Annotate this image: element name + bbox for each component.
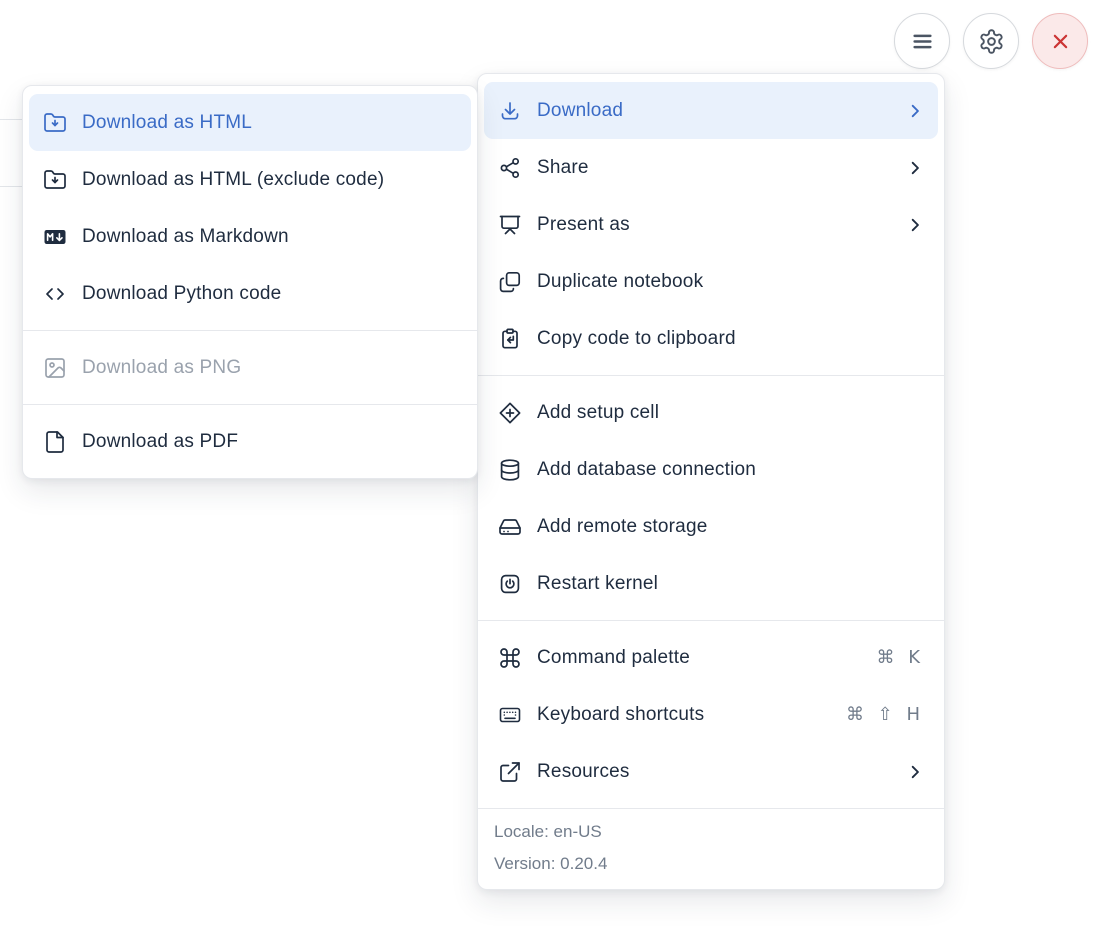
menu-item-download-as-png: Download as PNG <box>29 339 471 396</box>
menu-item-label: Download <box>537 100 904 122</box>
chevron-right-icon <box>904 761 926 783</box>
shortcut-hint: ⌘ K <box>876 647 924 668</box>
menu-item-keyboard-shortcuts[interactable]: Keyboard shortcuts⌘ ⇧ H <box>484 686 938 743</box>
menu-item-command-palette[interactable]: Command palette⌘ K <box>484 629 938 686</box>
database-icon <box>498 458 522 482</box>
menu-item-add-database-connection[interactable]: Add database connection <box>484 441 938 498</box>
menu-separator <box>23 404 477 405</box>
menu-item-label: Add setup cell <box>537 402 928 424</box>
menu-item-download-as-html-exclude-code[interactable]: Download as HTML (exclude code) <box>29 151 471 208</box>
download-submenu: Download as HTML Download as HTML (exclud… <box>22 85 478 479</box>
command-icon <box>498 646 522 670</box>
menu-item-label: Download Python code <box>82 283 461 305</box>
menu-item-label: Add database connection <box>537 459 928 481</box>
menu-item-label: Keyboard shortcuts <box>537 704 846 726</box>
menu-item-label: Command palette <box>537 647 876 669</box>
hamburger-icon <box>909 28 936 55</box>
hard-drive-icon <box>498 515 522 539</box>
image-icon <box>43 356 67 380</box>
locale-text: Locale: en-US <box>494 816 928 848</box>
main-menu: Download Share Present as Duplicate noteboo… <box>477 73 945 890</box>
keyboard-icon <box>498 703 522 727</box>
menu-item-label: Share <box>537 157 904 179</box>
menu-footer: Locale: en-US Version: 0.20.4 <box>478 808 944 889</box>
menu-item-label: Resources <box>537 761 904 783</box>
diamond-plus-icon <box>498 401 522 425</box>
share-icon <box>498 156 522 180</box>
menu-item-label: Download as HTML (exclude code) <box>82 169 461 191</box>
menu-item-download-as-pdf[interactable]: Download as PDF <box>29 413 471 470</box>
external-link-icon <box>498 760 522 784</box>
menu-item-label: Download as Markdown <box>82 226 461 248</box>
chevron-right-icon <box>904 100 926 122</box>
presentation-icon <box>498 213 522 237</box>
close-button[interactable] <box>1032 13 1088 69</box>
file-icon <box>43 430 67 454</box>
shortcut-hint: ⌘ ⇧ H <box>846 704 924 725</box>
menu-item-download-as-markdown[interactable]: Download as Markdown <box>29 208 471 265</box>
gear-icon <box>978 28 1005 55</box>
background-rule <box>0 119 24 120</box>
code-icon <box>43 282 67 306</box>
menu-separator <box>23 330 477 331</box>
chevron-right-icon <box>904 214 926 236</box>
menu-item-add-setup-cell[interactable]: Add setup cell <box>484 384 938 441</box>
menu-item-label: Add remote storage <box>537 516 928 538</box>
copy-icon <box>498 270 522 294</box>
menu-item-label: Download as PDF <box>82 431 461 453</box>
folder-download-icon <box>43 168 67 192</box>
markdown-download-icon <box>43 225 67 249</box>
menu-item-add-remote-storage[interactable]: Add remote storage <box>484 498 938 555</box>
menu-item-label: Restart kernel <box>537 573 928 595</box>
power-icon <box>498 572 522 596</box>
close-icon <box>1047 28 1074 55</box>
folder-download-icon <box>43 111 67 135</box>
menu-item-restart-kernel[interactable]: Restart kernel <box>484 555 938 612</box>
menu-button[interactable] <box>894 13 950 69</box>
menu-item-label: Download as PNG <box>82 357 461 379</box>
menu-item-download-python-code[interactable]: Download Python code <box>29 265 471 322</box>
background-rule <box>0 186 24 187</box>
settings-button[interactable] <box>963 13 1019 69</box>
menu-item-resources[interactable]: Resources <box>484 743 938 800</box>
menu-item-download[interactable]: Download <box>484 82 938 139</box>
menu-separator <box>478 620 944 621</box>
menu-item-present-as[interactable]: Present as <box>484 196 938 253</box>
menu-item-share[interactable]: Share <box>484 139 938 196</box>
chevron-right-icon <box>904 157 926 179</box>
menu-item-label: Copy code to clipboard <box>537 328 928 350</box>
clipboard-copy-icon <box>498 327 522 351</box>
download-icon <box>498 99 522 123</box>
menu-item-label: Duplicate notebook <box>537 271 928 293</box>
version-text: Version: 0.20.4 <box>494 848 928 880</box>
menu-item-label: Download as HTML <box>82 112 461 134</box>
menu-separator <box>478 375 944 376</box>
menu-item-copy-code-to-clipboard[interactable]: Copy code to clipboard <box>484 310 938 367</box>
menu-item-duplicate-notebook[interactable]: Duplicate notebook <box>484 253 938 310</box>
menu-item-label: Present as <box>537 214 904 236</box>
menu-item-download-as-html[interactable]: Download as HTML <box>29 94 471 151</box>
